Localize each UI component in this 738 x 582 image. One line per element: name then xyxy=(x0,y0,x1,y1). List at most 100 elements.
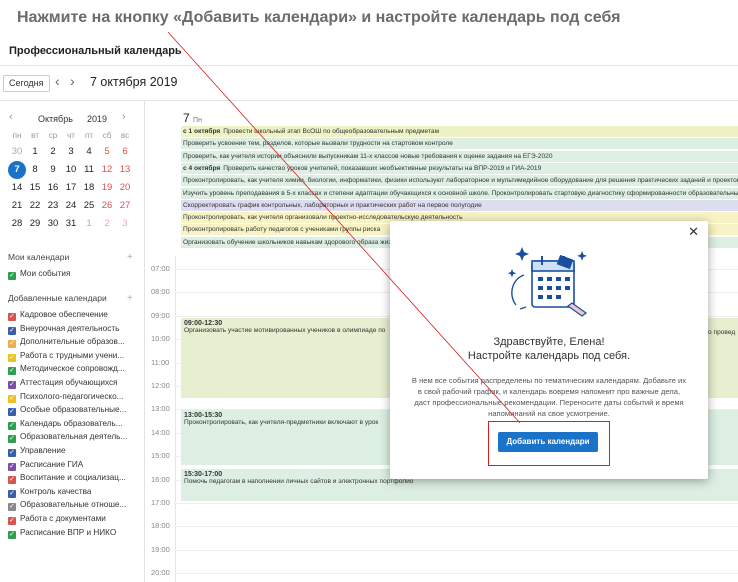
event-date: с 1 октября xyxy=(183,128,221,135)
today-button[interactable]: Сегодня xyxy=(3,75,50,92)
calendar-item[interactable]: ✓ Аттестация обучающихся xyxy=(8,377,140,389)
mini-day[interactable]: 19 xyxy=(98,179,116,197)
mini-day[interactable]: 27 xyxy=(116,197,134,215)
mini-day[interactable]: 22 xyxy=(26,197,44,215)
mini-day[interactable]: 8 xyxy=(26,161,44,179)
mini-day[interactable]: 30 xyxy=(8,143,26,161)
checkbox-icon[interactable]: ✓ xyxy=(8,517,16,525)
calendar-item[interactable]: ✓ Методическое сопровожд... xyxy=(8,363,140,376)
mini-day[interactable]: 14 xyxy=(8,179,26,197)
allday-event[interactable]: с 1 октября Провести школьный этап ВсОШ п… xyxy=(181,126,738,137)
mini-day[interactable]: 29 xyxy=(26,215,44,233)
mini-day[interactable]: 25 xyxy=(80,197,98,215)
checkbox-icon[interactable]: ✓ xyxy=(8,476,16,485)
mini-day[interactable]: 16 xyxy=(44,179,62,197)
calendar-item-label: Воспитание и социализац... xyxy=(20,473,126,483)
app-title: Профессиональный календарь xyxy=(9,45,182,57)
checkbox-icon[interactable]: ✓ xyxy=(8,367,16,376)
mini-day[interactable]: 5 xyxy=(98,143,116,161)
mini-day[interactable]: 3 xyxy=(62,143,80,161)
calendar-item[interactable]: ✓ Контроль качества xyxy=(8,486,140,498)
mini-day[interactable]: 1 xyxy=(26,143,44,161)
close-icon[interactable]: ✕ xyxy=(688,224,699,240)
calendar-item[interactable]: ✓ Психолого-педагогическо... xyxy=(8,391,140,403)
checkbox-icon[interactable]: ✓ xyxy=(8,503,16,512)
calendar-item[interactable]: ✓ Работа с трудными учени... xyxy=(8,350,140,362)
mini-day[interactable]: 17 xyxy=(62,179,80,197)
mini-day[interactable]: 4 xyxy=(80,143,98,161)
checkbox-icon[interactable]: ✓ xyxy=(8,462,16,471)
mini-day[interactable]: 3 xyxy=(116,215,134,233)
calendar-item[interactable]: ✓ Особые образовательные... xyxy=(8,404,140,417)
mini-next-icon[interactable]: › xyxy=(122,111,126,123)
mini-day[interactable]: 21 xyxy=(8,197,26,215)
mini-day[interactable]: 6 xyxy=(116,143,134,161)
calendar-item[interactable]: ✓ Кадровое обеспечение xyxy=(8,309,140,321)
add-calendar-icon[interactable]: + xyxy=(127,293,133,304)
mini-day[interactable]: 7 xyxy=(8,161,26,179)
calendar-item[interactable]: ✓ Управление xyxy=(8,445,140,457)
checkbox-icon[interactable]: ✓ xyxy=(8,340,16,349)
checkbox-icon[interactable]: ✓ xyxy=(8,408,16,417)
checkbox-icon[interactable]: ✓ xyxy=(8,313,16,321)
time-label: 15:00 xyxy=(151,451,170,461)
mini-day[interactable]: 12 xyxy=(98,161,116,179)
mini-day[interactable]: 2 xyxy=(44,143,62,161)
allday-event[interactable]: Проконтролировать, как учителя химии, би… xyxy=(181,175,738,187)
weekday-label: пт xyxy=(85,131,93,140)
checkbox-icon[interactable]: ✓ xyxy=(8,421,16,430)
checkbox-icon[interactable]: ✓ xyxy=(8,381,16,389)
calendar-item[interactable]: ✓ Расписание ВПР и НИКО xyxy=(8,527,140,539)
checkbox-icon[interactable]: ✓ xyxy=(8,326,16,335)
checkbox-icon[interactable]: ✓ xyxy=(8,272,16,280)
time-label: 12:00 xyxy=(151,381,170,390)
time-label: 09:00 xyxy=(151,310,170,320)
event-title-tail: о провед xyxy=(708,329,736,336)
next-day-icon[interactable]: › xyxy=(70,73,75,89)
calendar-item[interactable]: ✓ Работа с документами xyxy=(8,513,140,525)
checkbox-icon[interactable]: ✓ xyxy=(8,530,16,539)
calendar-item[interactable]: ✓ Расписание ГИА xyxy=(8,459,140,471)
mini-day[interactable]: 2 xyxy=(98,215,116,233)
calendar-item-label: Календарь образователь... xyxy=(20,418,123,428)
calendar-item[interactable]: ✓ Образовательная деятель... xyxy=(8,431,140,444)
calendar-item[interactable]: ✓ Дополнительные образов... xyxy=(8,336,140,349)
checkbox-icon[interactable]: ✓ xyxy=(8,449,16,457)
allday-event[interactable]: Скорректировать график контрольных, лабо… xyxy=(181,199,738,211)
time-label: 08:00 xyxy=(151,287,170,297)
calendar-item[interactable]: ✓ Внеурочная деятельность xyxy=(8,323,140,335)
checkbox-icon[interactable]: ✓ xyxy=(8,489,16,498)
checkbox-icon[interactable]: ✓ xyxy=(8,394,16,403)
calendar-item[interactable]: ✓ Воспитание и социализац... xyxy=(8,472,140,485)
mini-day[interactable]: 9 xyxy=(44,161,62,179)
allday-event[interactable]: с 4 октября Проверить качество уроков учи… xyxy=(181,162,738,174)
checkbox-icon[interactable]: ✓ xyxy=(8,435,16,444)
calendar-item[interactable]: ✓ Календарь образователь... xyxy=(8,418,140,430)
mini-day[interactable]: 26 xyxy=(98,197,116,215)
mini-day[interactable]: 24 xyxy=(62,197,80,215)
calendar-item[interactable]: ✓ Мои события xyxy=(8,268,140,280)
mini-day[interactable]: 20 xyxy=(116,179,134,197)
mini-day[interactable]: 31 xyxy=(62,215,80,233)
checkbox-icon[interactable]: ✓ xyxy=(8,353,16,362)
mini-day[interactable]: 30 xyxy=(44,215,62,233)
instruction-text: Нажмите на кнопку «Добавить календари» и… xyxy=(17,9,621,26)
allday-event[interactable]: Изучить уровень преподавания в 5-х класс… xyxy=(181,187,738,199)
prev-day-icon[interactable]: ‹ xyxy=(55,73,60,89)
mini-day[interactable]: 15 xyxy=(26,179,44,197)
mini-day[interactable]: 13 xyxy=(116,161,134,179)
mini-day[interactable]: 23 xyxy=(44,197,62,215)
mini-prev-icon[interactable]: ‹ xyxy=(9,111,13,123)
calendar-item-label: Расписание ВПР и НИКО xyxy=(20,527,117,537)
mini-day[interactable]: 11 xyxy=(80,161,98,179)
allday-event[interactable]: Проверить усвоение тем, разделов, которы… xyxy=(181,138,738,150)
mini-day[interactable]: 18 xyxy=(80,179,98,197)
mini-day[interactable]: 28 xyxy=(8,215,26,233)
event-title: Проконтролировать работу педагогов с уче… xyxy=(183,226,381,234)
allday-event[interactable]: Проверить, как учителя истории объяснили… xyxy=(181,150,738,162)
calendar-item[interactable]: ✓ Образовательные отноше... xyxy=(8,499,140,512)
mini-day[interactable]: 10 xyxy=(62,161,80,179)
add-my-calendar-icon[interactable]: + xyxy=(127,252,133,263)
mini-day[interactable]: 1 xyxy=(80,215,98,233)
time-label: 13:00 xyxy=(151,404,170,414)
